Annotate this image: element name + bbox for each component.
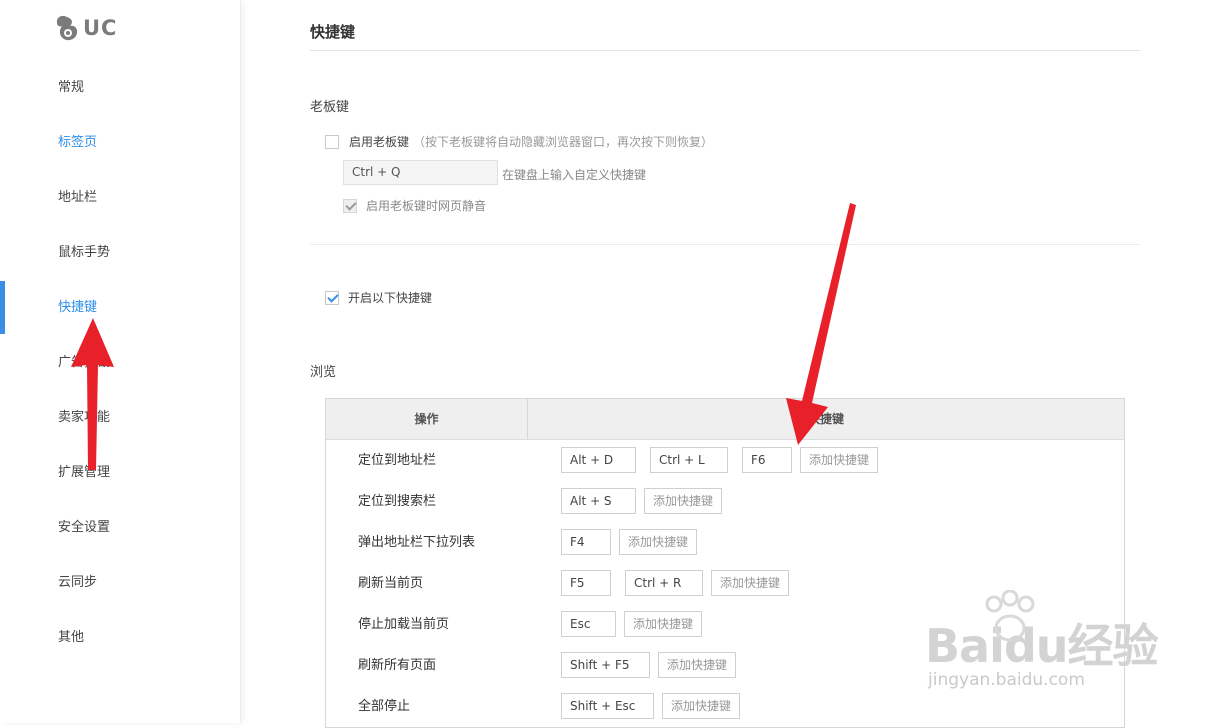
add-shortcut-button[interactable]: 添加快捷键 — [624, 611, 703, 637]
sidebar-item-mouse-gestures[interactable]: 鼠标手势 — [58, 241, 208, 265]
browse-section-label: 浏览 — [310, 365, 337, 380]
page-title: 快捷键 — [310, 23, 356, 41]
add-shortcut-button[interactable]: 添加快捷键 — [644, 488, 723, 514]
add-shortcut-button[interactable]: 添加快捷键 — [662, 693, 741, 719]
shortcut-key[interactable]: F4 — [561, 529, 611, 555]
sidebar-item-address-bar[interactable]: 地址栏 — [58, 186, 208, 210]
shortcuts-enable-label: 开启以下快捷键 — [348, 291, 433, 305]
sidebar-item-shortcuts[interactable]: 快捷键 — [58, 296, 208, 320]
sidebar-item-tabs[interactable]: 标签页 — [58, 131, 208, 155]
add-shortcut-button[interactable]: 添加快捷键 — [711, 570, 790, 596]
table-row: 弹出地址栏下拉列表 F4 添加快捷键 — [326, 522, 1124, 563]
add-shortcut-button[interactable]: 添加快捷键 — [619, 529, 698, 555]
squirrel-icon — [56, 15, 78, 41]
boss-key-enable-row: 启用老板键 （按下老板键将自动隐藏浏览器窗口，再次按下则恢复） — [325, 133, 713, 150]
boss-key-input-hint: 在键盘上输入自定义快捷键 — [502, 168, 647, 182]
boss-key-section-label: 老板键 — [310, 100, 350, 115]
add-shortcut-button[interactable]: 添加快捷键 — [800, 447, 879, 473]
header-shortcut: 快捷键 — [807, 412, 844, 426]
boss-key-mute-row: 启用老板键时网页静音 — [343, 197, 486, 214]
active-nav-indicator — [0, 281, 5, 334]
boss-key-enable-checkbox[interactable] — [325, 134, 339, 149]
add-shortcut-button[interactable]: 添加快捷键 — [658, 652, 737, 678]
boss-key-enable-hint: （按下老板键将自动隐藏浏览器窗口，再次按下则恢复） — [413, 135, 714, 149]
section-divider — [310, 244, 1140, 245]
shortcut-key[interactable]: Esc — [561, 611, 616, 637]
shortcut-key[interactable]: F5 — [561, 570, 611, 596]
row-operation: 定位到地址栏 — [358, 453, 437, 468]
shortcuts-enable-checkbox[interactable] — [325, 290, 339, 305]
shortcut-key[interactable]: Ctrl + R — [625, 570, 703, 596]
boss-key-input[interactable]: Ctrl + Q — [343, 160, 498, 185]
shortcut-key[interactable]: F6 — [742, 447, 792, 473]
shortcut-key[interactable]: Shift + F5 — [561, 652, 650, 678]
sidebar-item-ad-block[interactable]: 广告拦截 — [58, 351, 208, 375]
boss-key-enable-label: 启用老板键 — [349, 135, 410, 149]
row-operation: 停止加载当前页 — [358, 617, 450, 632]
sidebar-item-cloud-sync[interactable]: 云同步 — [58, 571, 208, 595]
sidebar-item-security[interactable]: 安全设置 — [58, 516, 208, 540]
watermark-logo: Baidu经验 — [925, 619, 1159, 673]
shortcuts-enable-row: 开启以下快捷键 — [325, 289, 432, 306]
sidebar-item-seller[interactable]: 卖家功能 — [58, 406, 208, 430]
table-header: 操作 快捷键 — [326, 399, 1124, 440]
row-operation: 刷新当前页 — [358, 576, 424, 591]
boss-key-mute-label: 启用老板键时网页静音 — [366, 199, 487, 213]
row-operation: 弹出地址栏下拉列表 — [358, 535, 476, 550]
paw-icon — [985, 590, 1035, 642]
shortcut-key[interactable]: Alt + D — [561, 447, 636, 473]
row-operation: 刷新所有页面 — [358, 658, 437, 673]
boss-key-mute-checkbox[interactable] — [343, 198, 357, 213]
sidebar: UC 常规 标签页 地址栏 鼠标手势 快捷键 广告拦截 卖家功能 扩展管理 安全… — [0, 0, 241, 723]
table-row: 全部停止 Shift + Esc 添加快捷键 — [326, 686, 1124, 727]
table-row: 定位到地址栏 Alt + D Ctrl + L F6 添加快捷键 — [326, 440, 1124, 481]
title-divider — [310, 50, 1140, 51]
shortcut-key[interactable]: Alt + S — [561, 488, 636, 514]
header-operation: 操作 — [414, 412, 439, 426]
table-row: 定位到搜索栏 Alt + S 添加快捷键 — [326, 481, 1124, 522]
watermark-url: jingyan.baidu.com — [928, 670, 1085, 690]
sidebar-item-extensions[interactable]: 扩展管理 — [58, 461, 208, 485]
shortcut-key[interactable]: Ctrl + L — [650, 447, 728, 473]
row-operation: 全部停止 — [358, 699, 411, 714]
sidebar-item-general[interactable]: 常规 — [58, 76, 208, 100]
shortcut-key[interactable]: Shift + Esc — [561, 693, 654, 719]
logo-text: UC — [83, 16, 118, 40]
uc-logo: UC — [54, 12, 117, 44]
baidu-jingyan-watermark: Baidu经验 jingyan.baidu.com — [925, 590, 1159, 690]
sidebar-item-other[interactable]: 其他 — [58, 626, 208, 650]
row-operation: 定位到搜索栏 — [358, 494, 437, 509]
